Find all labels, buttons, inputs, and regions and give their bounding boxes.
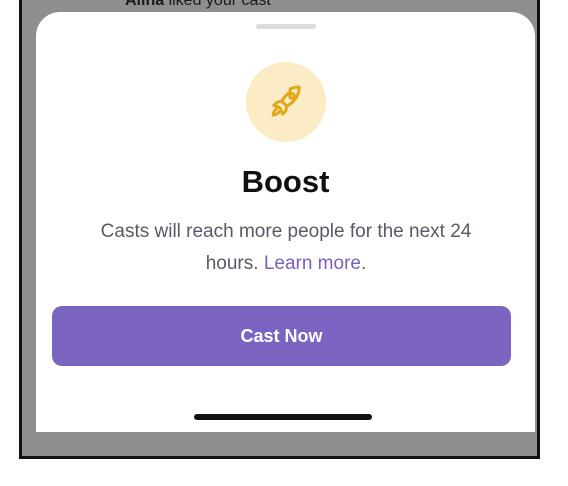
- rocket-icon-badge: [246, 62, 326, 142]
- boost-bottom-sheet: Boost Casts will reach more people for t…: [36, 12, 535, 432]
- cast-now-label: Cast Now: [240, 325, 323, 346]
- notification-text: liked your cast: [164, 0, 271, 9]
- sheet-grabber[interactable]: [256, 24, 316, 29]
- learn-more-link[interactable]: Learn more: [264, 253, 361, 274]
- sheet-description: Casts will reach more people for the nex…: [76, 216, 496, 280]
- cast-now-button[interactable]: Cast Now: [52, 306, 511, 366]
- description-suffix: .: [360, 253, 367, 274]
- rocket-icon: [271, 85, 301, 117]
- phone-screen: Alina liked your cast Boost Casts will r…: [19, 0, 540, 459]
- home-indicator: [194, 414, 372, 420]
- sheet-title: Boost: [241, 164, 330, 199]
- notification-peek: Alina liked your cast: [125, 0, 271, 10]
- notification-user-name: Alina: [125, 0, 165, 9]
